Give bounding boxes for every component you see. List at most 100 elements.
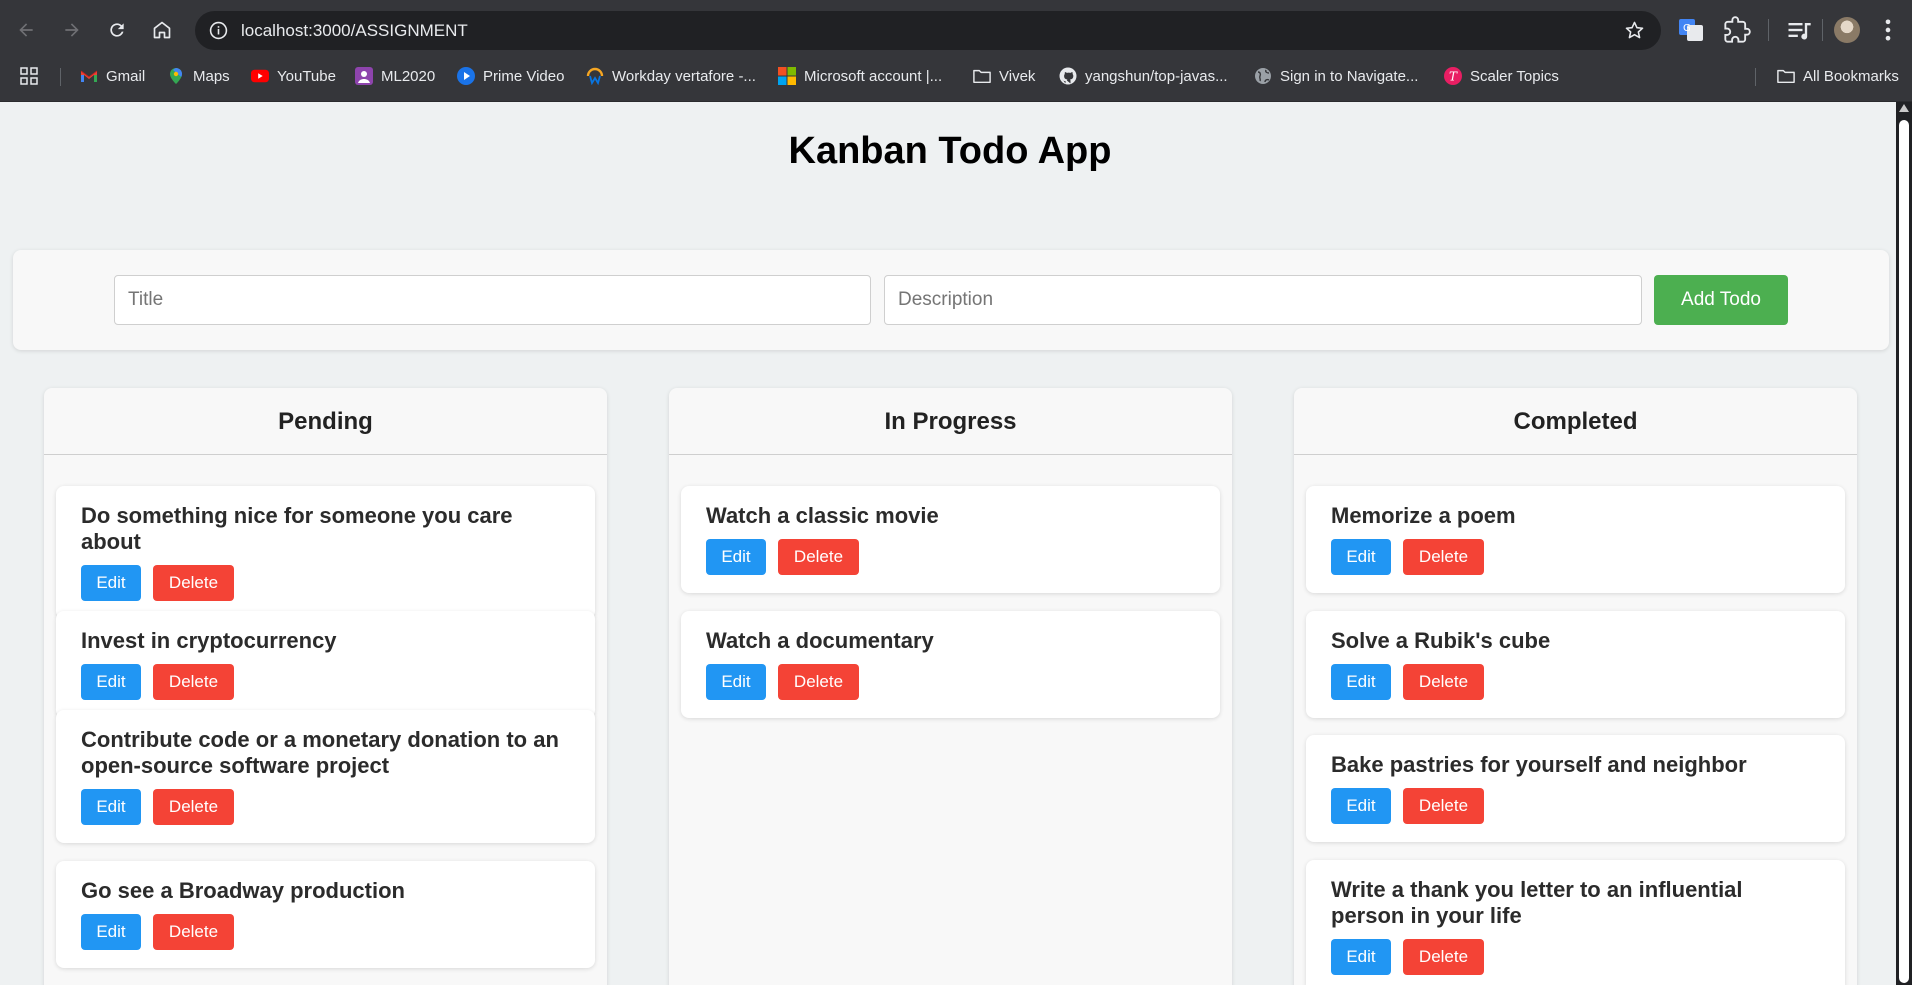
home-icon — [153, 21, 171, 39]
bookmark-label: Sign in to Navigate... — [1280, 67, 1419, 85]
bookmark-github[interactable]: yangshun/top-javas... — [1059, 60, 1228, 92]
edit-button[interactable]: Edit — [1331, 788, 1391, 824]
page-content: Kanban Todo App Add Todo Pending Do some… — [0, 102, 1896, 985]
todo-card[interactable]: Write a thank you letter to an influenti… — [1306, 860, 1845, 985]
delete-button[interactable]: Delete — [153, 914, 234, 950]
delete-button[interactable]: Delete — [153, 664, 234, 700]
bookmark-microsoft[interactable]: Microsoft account |... — [778, 60, 942, 92]
github-icon — [1059, 67, 1077, 85]
youtube-icon — [251, 67, 269, 85]
bookmark-gmail[interactable]: Gmail — [80, 60, 145, 92]
all-bookmarks-button[interactable]: All Bookmarks — [1777, 60, 1899, 92]
page-scrollbar[interactable] — [1896, 102, 1912, 985]
todo-title: Do something nice for someone you care a… — [81, 503, 513, 554]
toolbar-separator — [1822, 19, 1823, 41]
delete-button[interactable]: Delete — [153, 565, 234, 601]
google-translate-icon[interactable]: G — [1677, 16, 1705, 44]
delete-button[interactable]: Delete — [778, 664, 859, 700]
todo-card[interactable]: Contribute code or a monetary donation t… — [56, 710, 595, 843]
todo-card[interactable]: Go see a Broadway production Edit Delete — [56, 861, 595, 968]
back-arrow-icon — [19, 23, 33, 37]
todo-card[interactable]: Invest in cryptocurrency Edit Delete — [56, 611, 595, 718]
toolbar-separator — [1768, 19, 1769, 41]
column-pending: Pending Do something nice for someone yo… — [44, 388, 607, 985]
todo-card[interactable]: Watch a documentary Edit Delete — [681, 611, 1220, 718]
bookmark-workday[interactable]: Workday vertafore -... — [586, 60, 756, 92]
todo-title: Watch a documentary — [706, 628, 934, 653]
edit-button[interactable]: Edit — [706, 664, 766, 700]
todo-card[interactable]: Do something nice for someone you care a… — [56, 486, 595, 619]
todo-card[interactable]: Solve a Rubik's cube Edit Delete — [1306, 611, 1845, 718]
todo-card[interactable]: Watch a classic movie Edit Delete — [681, 486, 1220, 593]
bookmark-youtube[interactable]: YouTube — [251, 60, 336, 92]
microsoft-icon — [778, 67, 796, 85]
maps-icon — [167, 67, 185, 85]
page-title: Kanban Todo App — [788, 130, 1112, 172]
todo-title: Contribute code or a monetary donation t… — [81, 727, 559, 778]
browser-toolbar: localhost:3000/ASSIGNMENT G — [0, 0, 1912, 60]
reading-list-icon[interactable] — [1785, 16, 1813, 44]
edit-button[interactable]: Edit — [81, 565, 141, 601]
bookmark-vivek-folder[interactable]: Vivek — [973, 60, 1035, 92]
bookmark-label: Gmail — [106, 67, 146, 85]
delete-button[interactable]: Delete — [153, 789, 234, 825]
title-input[interactable] — [114, 275, 871, 325]
todo-title: Memorize a poem — [1331, 503, 1516, 528]
scroll-up-arrow-icon[interactable] — [1899, 104, 1909, 112]
delete-button[interactable]: Delete — [1403, 539, 1484, 575]
bookmark-label: Workday vertafore -... — [612, 67, 756, 85]
edit-button[interactable]: Edit — [81, 664, 141, 700]
bookmark-label: Prime Video — [483, 67, 565, 85]
add-todo-form: Add Todo — [13, 250, 1889, 350]
bookmark-label: Maps — [193, 67, 230, 85]
edit-button[interactable]: Edit — [1331, 539, 1391, 575]
todo-title: Watch a classic movie — [706, 503, 939, 528]
address-bar[interactable]: localhost:3000/ASSIGNMENT — [195, 11, 1661, 50]
extensions-icon[interactable] — [1723, 16, 1751, 44]
add-todo-button[interactable]: Add Todo — [1654, 275, 1788, 325]
edit-button[interactable]: Edit — [1331, 939, 1391, 975]
todo-card[interactable]: Memorize a poem Edit Delete — [1306, 486, 1845, 593]
forward-button[interactable] — [54, 12, 90, 48]
more-menu-icon[interactable] — [1874, 16, 1902, 44]
ml2020-icon — [355, 67, 373, 85]
scroll-thumb[interactable] — [1899, 120, 1909, 983]
profile-avatar[interactable] — [1834, 17, 1860, 43]
delete-button[interactable]: Delete — [778, 539, 859, 575]
description-input[interactable] — [884, 275, 1642, 325]
delete-button[interactable]: Delete — [1403, 664, 1484, 700]
edit-button[interactable]: Edit — [81, 789, 141, 825]
edit-button[interactable]: Edit — [1331, 664, 1391, 700]
back-button[interactable] — [8, 12, 44, 48]
column-title: In Progress — [669, 388, 1232, 455]
svg-text:T: T — [1449, 70, 1458, 84]
edit-button[interactable]: Edit — [81, 914, 141, 950]
bookmark-ml2020[interactable]: ML2020 — [355, 60, 435, 92]
bookmark-star-icon[interactable] — [1624, 20, 1645, 41]
globe-icon — [1254, 67, 1272, 85]
url-text[interactable]: localhost:3000/ASSIGNMENT — [241, 11, 468, 50]
bookmark-label: YouTube — [277, 67, 336, 85]
gmail-icon — [80, 67, 98, 85]
reload-button[interactable] — [99, 12, 135, 48]
prime-video-icon — [457, 67, 475, 85]
delete-button[interactable]: Delete — [1403, 939, 1484, 975]
todo-card[interactable]: Bake pastries for yourself and neighbor … — [1306, 735, 1845, 842]
todo-title: Invest in cryptocurrency — [81, 628, 337, 653]
bookmark-scaler-topics[interactable]: T Scaler Topics — [1444, 60, 1559, 92]
todo-title: Bake pastries for yourself and neighbor — [1331, 752, 1747, 777]
bookmark-label: Vivek — [999, 67, 1036, 85]
apps-button[interactable] — [20, 60, 38, 92]
todo-title: Go see a Broadway production — [81, 878, 405, 903]
bookmark-prime-video[interactable]: Prime Video — [457, 60, 564, 92]
forward-arrow-icon — [65, 23, 79, 37]
delete-button[interactable]: Delete — [1403, 788, 1484, 824]
site-info-icon[interactable] — [209, 21, 228, 40]
bookmark-label: Microsoft account |... — [804, 67, 943, 85]
bookmark-maps[interactable]: Maps — [167, 60, 230, 92]
bookmark-label: Scaler Topics — [1470, 67, 1559, 85]
edit-button[interactable]: Edit — [706, 539, 766, 575]
home-button[interactable] — [144, 12, 180, 48]
bookmark-label: yangshun/top-javas... — [1085, 67, 1228, 85]
bookmark-sign-in-navigate[interactable]: Sign in to Navigate... — [1254, 60, 1418, 92]
